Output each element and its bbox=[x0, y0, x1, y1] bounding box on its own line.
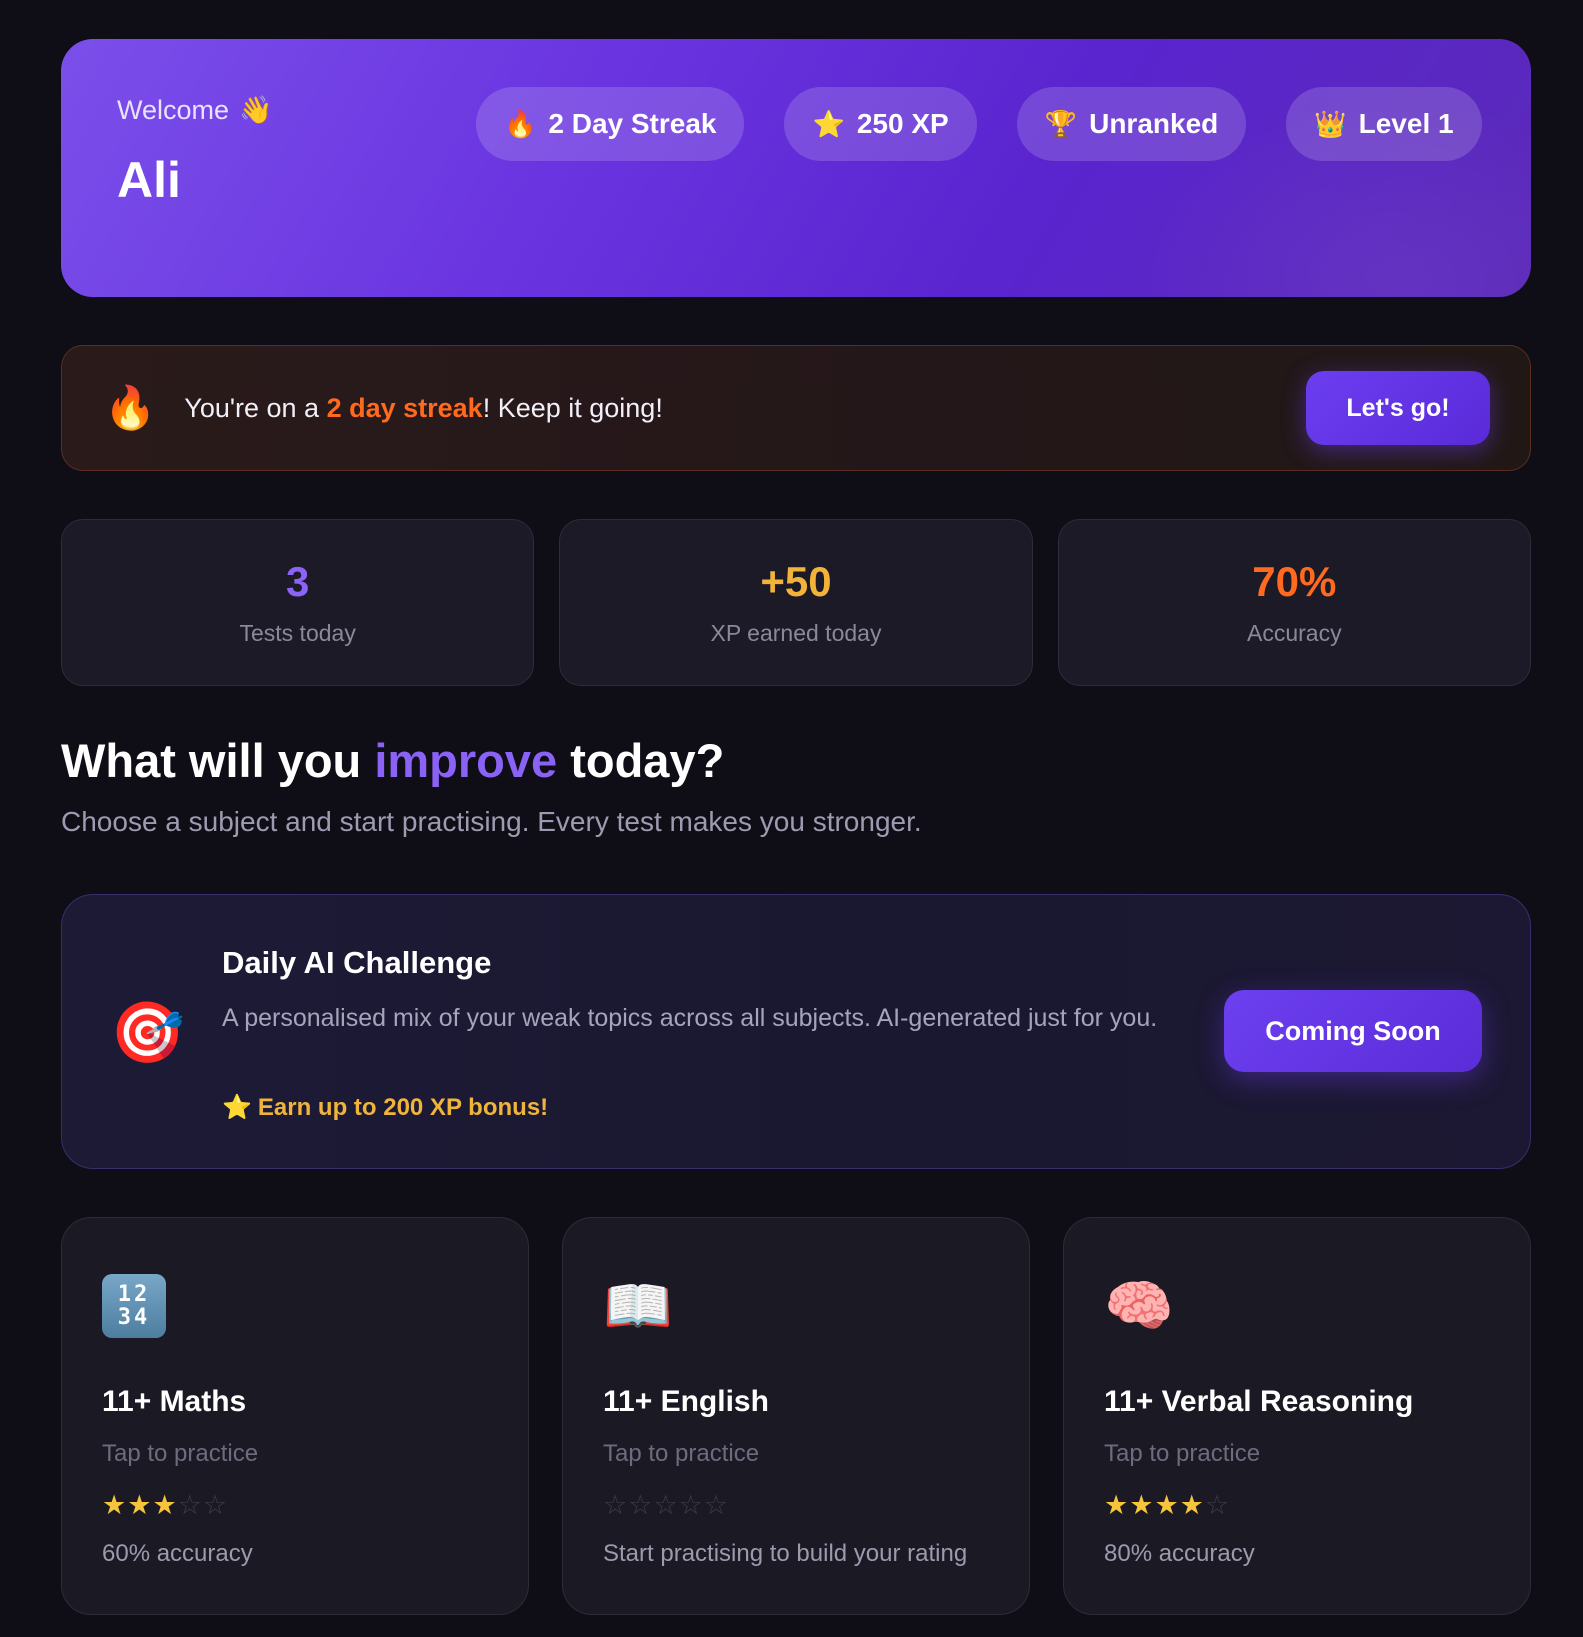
numbers-bottom: 34 bbox=[117, 1305, 151, 1330]
star-filled-icon: ★ bbox=[1129, 1490, 1154, 1520]
welcome-text: Welcome 👋 bbox=[117, 94, 273, 126]
brain-icon: 🧠 bbox=[1104, 1274, 1174, 1337]
stats-pills: 🔥 2 Day Streak ⭐ 250 XP 🏆 Unranked 👑 Lev… bbox=[476, 87, 1482, 161]
rating-stars: ★ ★ ★ ☆ ☆ bbox=[102, 1490, 227, 1521]
streak-message: You're on a 2 day streak! Keep it going! bbox=[184, 393, 663, 424]
rating-stars: ☆ ☆ ☆ ☆ ☆ bbox=[603, 1490, 728, 1521]
subject-footer: 80% accuracy bbox=[1104, 1540, 1255, 1567]
pill-level[interactable]: 👑 Level 1 bbox=[1286, 87, 1482, 161]
book-icon: 📖 bbox=[603, 1274, 673, 1337]
today-stats: 3 Tests today +50 XP earned today 70% Ac… bbox=[61, 519, 1531, 686]
title-accent: improve bbox=[374, 734, 558, 787]
star-empty-icon: ☆ bbox=[703, 1490, 729, 1520]
waving-hand-icon: 👋 bbox=[239, 95, 273, 125]
subject-footer: 60% accuracy bbox=[102, 1540, 253, 1567]
subject-subtitle: Tap to practice bbox=[603, 1440, 760, 1467]
star-empty-icon: ☆ bbox=[678, 1490, 703, 1520]
challenge-title: Daily AI Challenge bbox=[222, 945, 492, 980]
daily-challenge-card: 🎯 Daily AI Challenge A personalised mix … bbox=[61, 894, 1531, 1169]
streak-prefix: You're on a bbox=[184, 392, 327, 423]
challenge-description: A personalised mix of your weak topics a… bbox=[222, 1004, 1158, 1032]
star-empty-icon: ☆ bbox=[1204, 1490, 1230, 1520]
star-empty-icon: ☆ bbox=[628, 1490, 653, 1520]
stat-label: Accuracy bbox=[1247, 620, 1342, 646]
subject-title: 11+ Verbal Reasoning bbox=[1104, 1385, 1414, 1418]
subject-title: 11+ English bbox=[603, 1385, 769, 1418]
target-icon: 🎯 bbox=[110, 999, 185, 1066]
pill-label: Level 1 bbox=[1358, 108, 1454, 139]
numbers-icon: 12 34 bbox=[102, 1274, 166, 1338]
pill-streak[interactable]: 🔥 2 Day Streak bbox=[476, 87, 745, 161]
subject-title: 11+ Maths bbox=[102, 1385, 247, 1418]
crown-icon: 👑 bbox=[1314, 108, 1347, 139]
subject-footer: Start practising to build your rating bbox=[603, 1540, 968, 1567]
star-empty-icon: ☆ bbox=[653, 1490, 678, 1520]
stat-card-xp: +50 XP earned today bbox=[559, 519, 1033, 686]
pill-label: 250 XP bbox=[856, 108, 949, 139]
star-filled-icon: ★ bbox=[1154, 1490, 1179, 1520]
pill-rank[interactable]: 🏆 Unranked bbox=[1016, 87, 1247, 161]
section-subtitle: Choose a subject and start practising. E… bbox=[61, 806, 922, 837]
star-empty-icon: ☆ bbox=[202, 1490, 228, 1520]
title-before: What will you bbox=[61, 734, 375, 787]
stat-value: 3 bbox=[285, 558, 310, 605]
subject-subtitle: Tap to practice bbox=[102, 1440, 259, 1467]
pill-label: 2 Day Streak bbox=[548, 108, 717, 139]
numbers-top: 12 bbox=[117, 1282, 151, 1307]
streak-suffix: ! Keep it going! bbox=[482, 392, 663, 423]
stat-card-accuracy: 70% Accuracy bbox=[1057, 519, 1531, 686]
stat-value: 70% bbox=[1252, 558, 1337, 605]
dashboard-page: Welcome 👋 Ali 🔥 2 Day Streak ⭐ 250 XP 🏆 … bbox=[0, 0, 1583, 1637]
star-filled-icon: ★ bbox=[152, 1490, 177, 1520]
subject-card-verbal-reasoning[interactable]: 🧠 11+ Verbal Reasoning Tap to practice ★… bbox=[1063, 1217, 1531, 1615]
star-filled-icon: ★ bbox=[102, 1490, 127, 1520]
bonus-text: Earn up to 200 XP bonus! bbox=[257, 1093, 549, 1121]
subject-cards: 12 34 11+ Maths Tap to practice ★ ★ ★ ☆ ☆ 60… bbox=[61, 1217, 1531, 1615]
welcome-hero: Welcome 👋 Ali 🔥 2 Day Streak ⭐ 250 XP 🏆 … bbox=[61, 39, 1531, 297]
star-filled-icon: ★ bbox=[1104, 1490, 1129, 1520]
star-icon: ⭐ bbox=[812, 108, 845, 139]
numbers-icon-box: 12 34 bbox=[102, 1274, 166, 1338]
star-empty-icon: ☆ bbox=[603, 1490, 628, 1520]
welcome-label: Welcome bbox=[117, 94, 230, 125]
star-filled-icon: ★ bbox=[1179, 1490, 1204, 1520]
stat-card-tests: 3 Tests today bbox=[61, 519, 535, 686]
star-empty-icon: ☆ bbox=[177, 1490, 202, 1520]
title-after: today? bbox=[557, 734, 725, 787]
user-name: Ali bbox=[117, 152, 181, 208]
subject-card-english[interactable]: 📖 11+ English Tap to practice ☆ ☆ ☆ ☆ ☆ Star… bbox=[562, 1217, 1030, 1615]
stat-label: XP earned today bbox=[710, 620, 882, 646]
pill-label: Unranked bbox=[1089, 108, 1219, 139]
star-filled-icon: ★ bbox=[127, 1490, 152, 1520]
pill-xp[interactable]: ⭐ 250 XP bbox=[784, 87, 977, 161]
star-icon: ⭐ bbox=[222, 1094, 252, 1121]
trophy-icon: 🏆 bbox=[1044, 108, 1078, 139]
streak-highlight: 2 day streak bbox=[326, 392, 483, 423]
section-title: What will you improve today? bbox=[61, 733, 724, 788]
subject-card-maths[interactable]: 12 34 11+ Maths Tap to practice ★ ★ ★ ☆ ☆ 60… bbox=[61, 1217, 529, 1615]
fire-icon: 🔥 bbox=[104, 383, 157, 431]
challenge-bonus: ⭐ Earn up to 200 XP bonus! bbox=[222, 1093, 548, 1122]
fire-icon: 🔥 bbox=[504, 108, 537, 139]
coming-soon-button[interactable]: Coming Soon bbox=[1224, 990, 1482, 1072]
subject-subtitle: Tap to practice bbox=[1104, 1440, 1261, 1467]
lets-go-button[interactable]: Let's go! bbox=[1306, 371, 1490, 445]
rating-stars: ★ ★ ★ ★ ☆ bbox=[1104, 1490, 1229, 1521]
stat-value: +50 bbox=[760, 558, 832, 605]
stat-label: Tests today bbox=[239, 620, 356, 646]
streak-banner: 🔥 You're on a 2 day streak! Keep it goin… bbox=[61, 345, 1531, 471]
